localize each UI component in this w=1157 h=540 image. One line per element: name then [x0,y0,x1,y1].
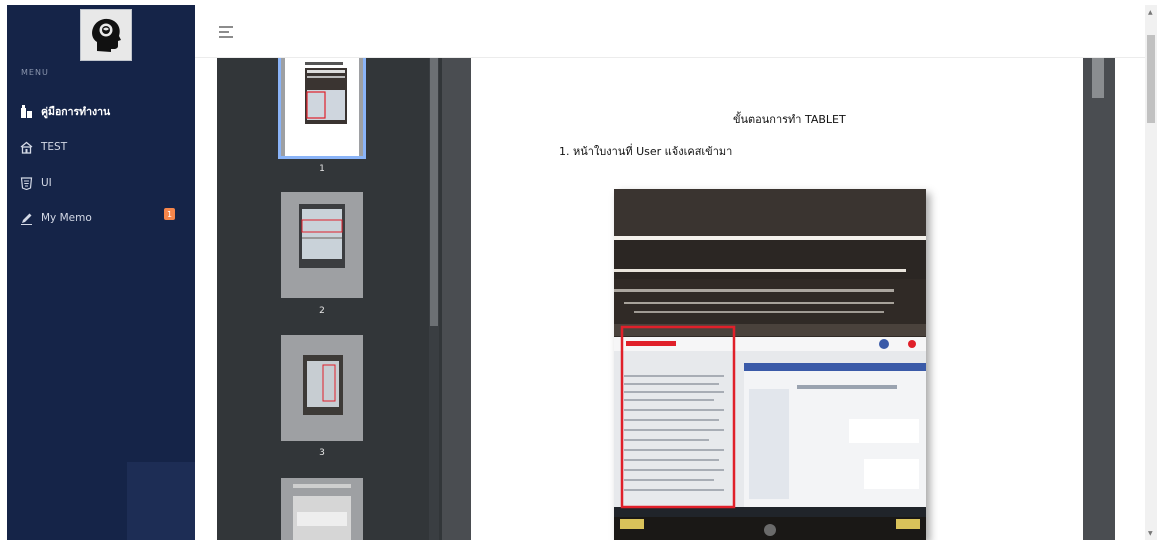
sidebar-footer-panel [127,462,195,540]
sidebar-item-label: My Memo [41,212,92,224]
photo-image [614,189,926,540]
pdf-page: ขั้นตอนการทำ TABLET 1. หน้าใบงานที่ User… [471,58,1083,540]
thumbnail-page-2[interactable] [281,192,363,298]
thumbnail-page-number: 1 [319,164,325,174]
html5-icon [19,176,33,190]
page-scrollbar[interactable] [1083,58,1115,540]
thumbnail-preview [299,204,345,268]
window-scroll-thumb[interactable] [1147,35,1155,123]
house-icon [19,140,33,154]
ticket-screen-photo [614,189,926,540]
pdf-viewer: 1 2 3 ขั้นตอนการทำ TABLET 1. หน้าใบงานที… [217,58,1115,540]
document-title: ขั้นตอนการทำ TABLET [733,113,846,126]
page-scroll-thumb[interactable] [1092,58,1104,98]
app-window: MENU คู่มือการทำงาน TEST UI My Memo 1 1 … [0,0,1157,540]
brain-head-icon [92,18,121,53]
sidebar-item-label: คู่มือการทำงาน [41,105,111,118]
thumbnail-preview [305,62,347,124]
top-bar [195,5,1145,58]
thumbnail-page-number: 3 [319,448,325,458]
sidebar-item-my-memo[interactable]: My Memo [19,207,92,229]
thumbnail-page-4[interactable] [281,478,363,540]
building-icon [19,104,33,118]
pencil-icon [19,211,33,225]
thumbnail-panel: 1 2 3 [217,58,442,540]
window-scrollbar[interactable]: ▲ ▼ [1145,5,1157,540]
menu-caption: MENU [21,68,49,77]
document-step-1: 1. หน้าใบงานที่ User แจ้งเคสเข้ามา [559,145,733,158]
thumbnail-page-number: 2 [319,306,325,316]
hamburger-icon[interactable] [219,26,233,38]
sidebar: MENU คู่มือการทำงาน TEST UI My Memo 1 [7,5,195,540]
thumbnail-scrollbar[interactable] [429,58,439,540]
thumbnail-preview [293,484,351,540]
thumbnail-scroll-thumb[interactable] [430,58,438,326]
app-logo[interactable] [80,9,132,61]
sidebar-item-ui[interactable]: UI [19,172,52,194]
thumbnail-page-1[interactable] [278,58,366,159]
sidebar-item-label: UI [41,177,52,189]
scroll-up-icon[interactable]: ▲ [1148,9,1153,16]
sidebar-item-test[interactable]: TEST [19,136,67,158]
scroll-down-icon[interactable]: ▼ [1148,530,1153,537]
thumbnail-page-3[interactable] [281,335,363,441]
thumbnail-preview [303,355,343,415]
sidebar-item-label: TEST [41,141,68,153]
memo-count-badge: 1 [164,208,175,220]
sidebar-item-manual[interactable]: คู่มือการทำงาน [19,100,110,122]
